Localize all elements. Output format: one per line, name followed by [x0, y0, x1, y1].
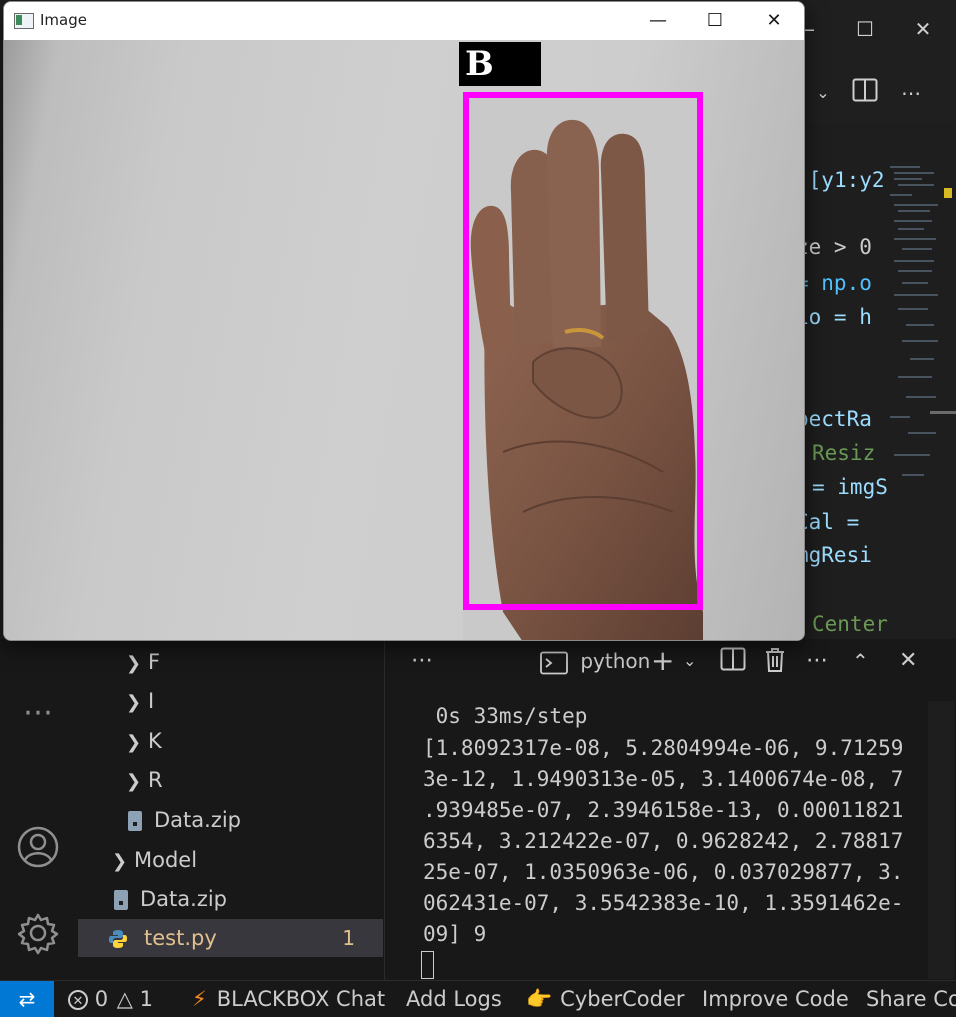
error-icon: ✕ — [68, 990, 88, 1010]
terminal-line: 6354, 3.212422e-07, 0.9628242, 2.78817 — [423, 829, 904, 853]
tree-file-data-zip[interactable]: Data.zip — [128, 801, 241, 839]
status-bar: ⇄ ✕ 0 △ 1 ⚡ BLACKBOX Chat Add Logs 👉 Cyber… — [0, 980, 956, 1017]
split-terminal-icon[interactable] — [720, 647, 746, 675]
panel-more-icon[interactable]: ⋯ — [411, 647, 433, 675]
terminal-shell-selector[interactable]: python — [540, 647, 650, 675]
panel-header: ⋯ python + ⌄ ⋯ ⌃ ✕ — [385, 639, 956, 683]
remote-indicator-icon[interactable]: ⇄ — [0, 981, 54, 1017]
chevron-down-icon[interactable]: ⌄ — [808, 78, 838, 108]
improve-code-button[interactable]: Improve Code — [702, 981, 849, 1017]
code-line: Cal = — [796, 510, 872, 534]
lightning-icon: ⚡ — [192, 987, 207, 1011]
explorer-panel: ❯ F ❯ I ❯ K ❯ R Data.zip ❯ Model Data.zip tes… — [78, 639, 385, 980]
close-panel-icon[interactable]: ✕ — [899, 647, 917, 675]
code-line: mgResi — [796, 543, 872, 567]
scrollbar-thumb[interactable] — [930, 411, 956, 414]
terminal-line: [1.8092317e-08, 5.2804994e-06, 9.71259 — [423, 736, 904, 760]
code-line: = np.o — [796, 271, 872, 295]
chevron-right-icon: ❯ — [126, 771, 142, 792]
chevron-down-icon[interactable]: ⌄ — [683, 647, 696, 675]
chevron-right-icon: ❯ — [126, 692, 142, 713]
minimap[interactable] — [888, 164, 942, 584]
cybercoder-button[interactable]: 👉 CyberCoder — [526, 981, 685, 1017]
tree-folder-r[interactable]: ❯ R — [126, 761, 163, 799]
prediction-label: B — [465, 44, 494, 84]
image-window: Image — ☐ ✕ B — [3, 1, 805, 641]
code-line: = imgS — [812, 475, 888, 499]
chevron-right-icon: ❯ — [126, 732, 142, 753]
window-title: Image — [40, 11, 87, 29]
tree-folder-k[interactable]: ❯ K — [126, 722, 162, 760]
maximize-button[interactable]: ☐ — [700, 8, 730, 34]
code-comment: Resiz — [812, 441, 876, 465]
add-logs-button[interactable]: Add Logs — [406, 981, 502, 1017]
code-line: ze > 0 — [796, 235, 872, 259]
webcam-frame: B — [4, 40, 804, 640]
tree-folder-i[interactable]: ❯ I — [126, 682, 154, 720]
code-comment: Center — [812, 612, 888, 636]
trash-icon[interactable] — [764, 647, 786, 675]
code-line: pectRa — [796, 407, 872, 431]
share-code-button[interactable]: Share Co — [866, 981, 956, 1017]
terminal-line: .939485e-07, 2.3946158e-13, 0.00011821 — [423, 798, 904, 822]
terminal-cursor — [421, 951, 434, 979]
terminal-line: 062431e-07, 3.5542383e-10, 1.3591462e- — [423, 891, 904, 915]
gear-icon[interactable] — [14, 911, 62, 959]
vscode-maximize-button[interactable]: ☐ — [850, 14, 880, 44]
split-editor-icon[interactable] — [850, 78, 880, 108]
terminal[interactable]: 0s 33ms/step [1.8092317e-08, 5.2804994e-… — [385, 683, 956, 980]
image-window-titlebar[interactable]: Image — ☐ ✕ — [4, 2, 804, 40]
more-actions-icon[interactable]: ⋯ — [896, 78, 926, 108]
scrollbar-warning-marker — [944, 188, 952, 198]
python-file-icon — [109, 930, 127, 948]
tree-file-data-zip[interactable]: Data.zip — [114, 880, 227, 918]
chevron-right-icon: ❯ — [112, 851, 128, 872]
maximize-panel-icon[interactable]: ⌃ — [852, 647, 869, 675]
chevron-right-icon: ❯ — [126, 653, 142, 674]
minimize-button[interactable]: — — [643, 8, 673, 34]
more-views-icon[interactable]: ⋯ — [14, 689, 62, 737]
detected-hand-image — [463, 92, 703, 640]
terminal-icon — [540, 651, 568, 674]
prediction-label-box: B — [459, 42, 541, 86]
blackbox-chat-button[interactable]: ⚡ BLACKBOX Chat — [192, 981, 385, 1017]
terminal-line: 25e-07, 1.0350963e-06, 0.037029877, 3. — [423, 860, 904, 884]
warning-icon: △ — [116, 987, 133, 1011]
tree-folder-model[interactable]: ❯ Model — [112, 841, 197, 879]
activity-bar: ⋯ — [0, 639, 78, 980]
zip-file-icon — [114, 890, 128, 910]
terminal-line: 0s 33ms/step — [423, 704, 588, 728]
close-button[interactable]: ✕ — [759, 8, 789, 34]
problems-indicator[interactable]: ✕ 0 △ 1 — [68, 981, 153, 1017]
new-terminal-plus-icon[interactable]: + — [651, 647, 674, 675]
terminal-line: 3e-12, 1.9490313e-05, 3.1400674e-08, 7 — [423, 767, 904, 791]
pointing-hand-icon: 👉 — [526, 987, 553, 1011]
problems-count-badge: 1 — [342, 926, 355, 950]
code-line: [[y1:y2 — [796, 168, 885, 192]
terminal-scrollbar[interactable] — [928, 701, 954, 979]
account-icon[interactable] — [14, 825, 62, 873]
code-line: io = h — [796, 305, 872, 329]
tree-folder-f[interactable]: ❯ F — [126, 643, 160, 681]
app-icon — [14, 13, 34, 29]
vscode-close-button[interactable]: ✕ — [908, 14, 938, 44]
zip-file-icon — [128, 811, 142, 831]
tree-file-test-py[interactable]: test.py 1 — [78, 919, 383, 957]
panel-more-actions-icon[interactable]: ⋯ — [806, 647, 828, 675]
terminal-line: 09] 9 — [423, 922, 487, 946]
